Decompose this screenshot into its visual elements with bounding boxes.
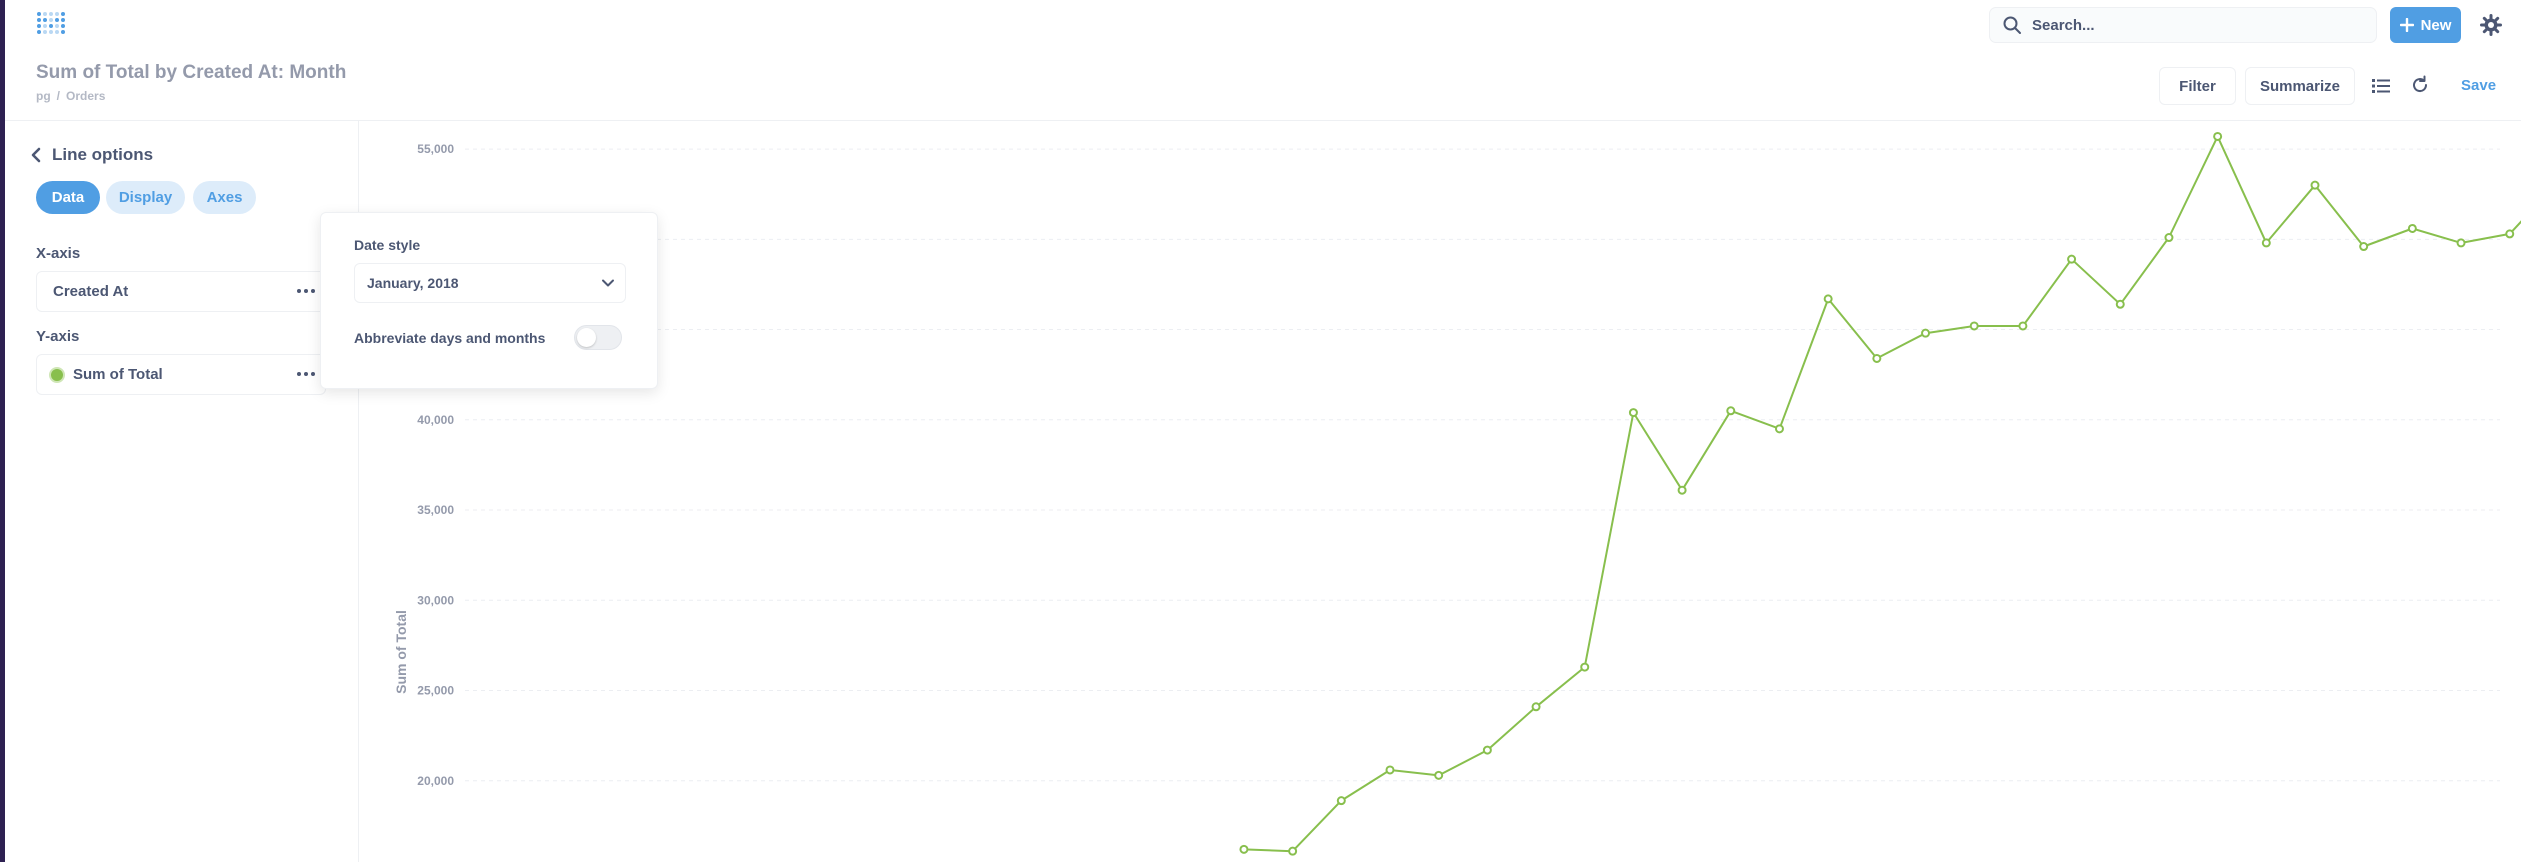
data-point[interactable] <box>2310 180 2320 190</box>
data-point[interactable] <box>2407 223 2417 233</box>
data-point[interactable] <box>1434 770 1444 780</box>
data-point[interactable] <box>1531 702 1541 712</box>
search-input[interactable] <box>2030 15 2350 35</box>
chart-gridlines <box>465 148 2500 782</box>
search-icon <box>2003 16 2021 34</box>
tab-data[interactable]: Data <box>36 181 100 214</box>
data-point[interactable] <box>1385 765 1395 775</box>
data-point[interactable] <box>1872 353 1882 363</box>
chevron-down-icon <box>602 279 614 287</box>
data-point[interactable] <box>1921 328 1931 338</box>
header-divider <box>5 120 2521 121</box>
tab-display[interactable]: Display <box>106 181 185 214</box>
x-axis-field-name: Created At <box>53 283 129 300</box>
refresh-icon[interactable] <box>2410 75 2430 95</box>
x-axis-field[interactable]: Created At <box>36 271 326 312</box>
y-tick-label: 25,000 <box>417 684 454 698</box>
toggle-knob <box>577 328 596 347</box>
y-tick-label: 30,000 <box>417 593 454 607</box>
new-button[interactable]: New <box>2390 7 2461 43</box>
data-point[interactable] <box>1336 796 1346 806</box>
y-tick-label: 40,000 <box>417 413 454 427</box>
search-bar[interactable] <box>1989 7 2377 43</box>
data-point[interactable] <box>2115 299 2125 309</box>
gear-icon[interactable] <box>2480 14 2502 36</box>
chart-series <box>1239 131 2521 856</box>
series-color-swatch[interactable] <box>49 366 65 383</box>
breadcrumb-separator: / <box>56 89 61 103</box>
filter-button[interactable]: Filter <box>2159 67 2236 105</box>
question-title[interactable]: Sum of Total by Created At: Month <box>36 62 346 84</box>
save-button[interactable]: Save <box>2461 77 2496 94</box>
abbreviate-toggle[interactable] <box>574 325 622 350</box>
date-style-label: Date style <box>354 237 421 253</box>
y-tick-label: 35,000 <box>417 503 454 517</box>
data-point[interactable] <box>2359 242 2369 252</box>
y-axis-title: Sum of Total <box>393 610 409 694</box>
data-point[interactable] <box>1677 485 1687 495</box>
date-style-value: January, 2018 <box>367 275 459 291</box>
more-options-icon[interactable] <box>295 280 317 302</box>
top-navigation: New <box>5 0 2521 50</box>
more-options-icon[interactable] <box>295 363 317 385</box>
x-axis-heading: X-axis <box>36 245 81 262</box>
data-point[interactable] <box>1628 408 1638 418</box>
data-point[interactable] <box>1239 844 1249 854</box>
data-point[interactable] <box>1288 846 1298 856</box>
y-axis-heading: Y-axis <box>36 328 80 345</box>
data-point[interactable] <box>1969 321 1979 331</box>
tab-axes[interactable]: Axes <box>193 181 256 214</box>
breadcrumb-database[interactable]: pg <box>36 89 51 103</box>
back-to-options-button[interactable]: Line options <box>29 145 153 165</box>
x-axis-settings-popover: Date style January, 2018 Abbreviate days… <box>320 212 658 389</box>
data-point[interactable] <box>1823 294 1833 304</box>
data-point[interactable] <box>2456 238 2466 248</box>
plus-icon <box>2399 18 2414 32</box>
data-point[interactable] <box>1726 406 1736 416</box>
metabase-logo-icon[interactable] <box>36 11 66 37</box>
data-point[interactable] <box>1482 745 1492 755</box>
data-point[interactable] <box>2505 229 2515 239</box>
y-tick-label: 55,000 <box>417 142 454 156</box>
data-point[interactable] <box>1580 662 1590 672</box>
data-point[interactable] <box>2261 238 2271 248</box>
new-button-label: New <box>2420 16 2452 34</box>
line-chart: 20,00025,00030,00035,00040,00045,00050,0… <box>393 131 2521 856</box>
data-point[interactable] <box>2164 233 2174 243</box>
data-point[interactable] <box>2213 131 2223 141</box>
date-style-select[interactable]: January, 2018 <box>354 263 626 303</box>
series-line <box>1243 135 2521 853</box>
summarize-button[interactable]: Summarize <box>2245 67 2355 105</box>
data-point[interactable] <box>1774 424 1784 434</box>
y-axis-field[interactable]: Sum of Total <box>36 354 326 395</box>
chevron-left-icon <box>31 147 41 163</box>
chart-settings-sidebar: Line options Data Display Axes X-axis Cr… <box>5 121 359 862</box>
abbreviate-label: Abbreviate days and months <box>354 330 546 346</box>
breadcrumb: pg / Orders <box>36 89 105 103</box>
y-axis-field-name: Sum of Total <box>73 366 163 383</box>
data-point[interactable] <box>2018 321 2028 331</box>
data-point[interactable] <box>2067 254 2077 264</box>
y-tick-label: 20,000 <box>417 774 454 788</box>
sidebar-title: Line options <box>52 145 154 164</box>
breadcrumb-table[interactable]: Orders <box>66 89 105 103</box>
notebook-list-icon[interactable] <box>2371 76 2391 96</box>
